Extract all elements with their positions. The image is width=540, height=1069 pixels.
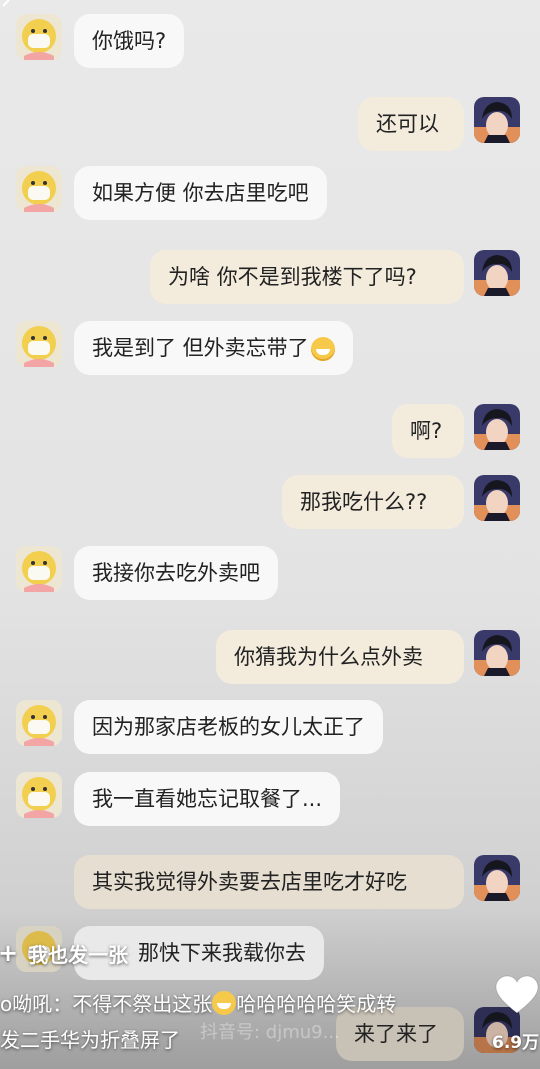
message-bubble: 我一直看她忘记取餐了...: [74, 772, 341, 826]
message-text: 啊?: [410, 419, 443, 443]
back-chevron-icon[interactable]: [0, 0, 12, 12]
message-bubble: 我接你去吃外卖吧: [74, 546, 278, 600]
avatar-anime-boy[interactable]: [474, 404, 520, 450]
avatar-yellow-mascot[interactable]: [16, 772, 62, 818]
message-text: 我一直看她忘记取餐了...: [92, 787, 323, 811]
message-text: 我接你去吃外卖吧: [92, 561, 260, 585]
like-count: 6.9万: [492, 1033, 540, 1053]
message-text: 其实我觉得外卖要去店里吃才好吃: [92, 870, 407, 894]
post-button-label: 我也发一张: [28, 942, 129, 967]
caption-prefix: o呦吼：不得不祭出这张: [0, 992, 213, 1016]
avatar-anime-boy[interactable]: [474, 630, 520, 676]
message-bubble: 因为那家店老板的女儿太正了: [74, 700, 383, 754]
avatar-anime-boy[interactable]: [474, 250, 520, 296]
message-text: 我是到了 但外卖忘带了: [92, 336, 309, 360]
message-text: 你猜我为什么点外卖: [234, 645, 423, 669]
message-bubble: 还可以: [358, 97, 464, 151]
message-text: 为啥 你不是到我楼下了吗?: [168, 265, 417, 289]
message-text: 那我吃什么??: [300, 490, 428, 514]
message-text: 那快下来我载你去: [138, 941, 306, 965]
message-bubble: 你饿吗?: [74, 14, 185, 68]
avatar-yellow-mascot[interactable]: [16, 166, 62, 212]
avatar-anime-boy[interactable]: [474, 97, 520, 143]
heart-icon: [495, 975, 539, 1014]
avatar-anime-boy[interactable]: [474, 855, 520, 901]
message-bubble: 为啥 你不是到我楼下了吗?: [150, 250, 464, 304]
avatar-yellow-mascot[interactable]: [16, 14, 62, 60]
caption-line-1: o呦吼：不得不祭出这张 哈哈哈哈哈笑成转: [0, 986, 480, 1022]
message-bubble: 其实我觉得外卖要去店里吃才好吃: [74, 855, 464, 909]
message-text: 因为那家店老板的女儿太正了: [92, 715, 365, 739]
avatar-anime-boy[interactable]: [474, 475, 520, 521]
message-text: 你饿吗?: [92, 29, 167, 53]
message-text: 如果方便 你去店里吃吧: [92, 181, 309, 205]
avatar-yellow-mascot[interactable]: [16, 321, 62, 367]
caption-suffix: 哈哈哈哈哈笑成转: [236, 992, 397, 1016]
message-bubble: 如果方便 你去店里吃吧: [74, 166, 327, 220]
avatar-yellow-mascot[interactable]: [16, 700, 62, 746]
avatar-yellow-mascot[interactable]: [16, 546, 62, 592]
watermark: 抖音号: djmu9...: [200, 1022, 340, 1043]
grinning-sweat-emoji-icon: [310, 337, 335, 361]
message-bubble: 啊?: [392, 404, 464, 458]
grinning-sweat-emoji-icon: [212, 991, 237, 1015]
plus-icon: +: [0, 939, 19, 967]
message-bubble: 你猜我为什么点外卖: [216, 630, 464, 684]
message-bubble: 我是到了 但外卖忘带了: [74, 321, 353, 375]
post-one-too-button[interactable]: + 我也发一张: [0, 935, 128, 971]
message-bubble: 那我吃什么??: [282, 475, 464, 529]
message-text: 还可以: [376, 112, 439, 136]
